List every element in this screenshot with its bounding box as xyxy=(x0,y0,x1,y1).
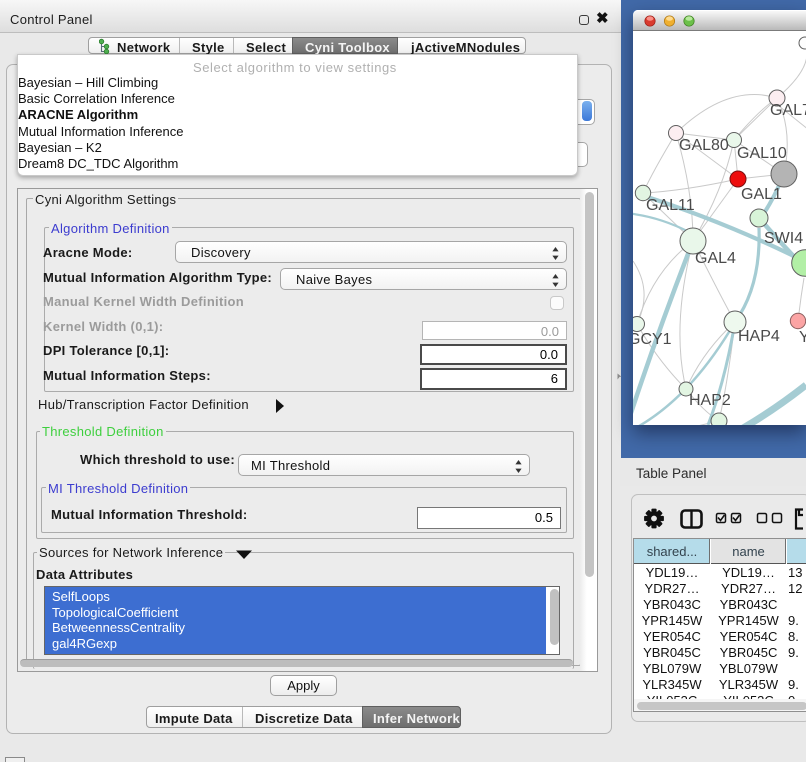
svg-text:GCY1: GCY1 xyxy=(633,331,672,348)
svg-text:GAL7: GAL7 xyxy=(770,102,806,119)
svg-text:SWI4: SWI4 xyxy=(764,230,803,247)
svg-text:HAP4: HAP4 xyxy=(738,328,780,345)
svg-text:HAP2: HAP2 xyxy=(689,392,731,409)
svg-text:GAL1: GAL1 xyxy=(741,186,782,203)
svg-text:GAL4: GAL4 xyxy=(695,250,736,267)
svg-text:GAL80: GAL80 xyxy=(679,137,729,154)
svg-text:GAL11: GAL11 xyxy=(646,197,695,214)
svg-text:GAL10: GAL10 xyxy=(737,145,787,162)
svg-text:Y: Y xyxy=(799,329,806,346)
